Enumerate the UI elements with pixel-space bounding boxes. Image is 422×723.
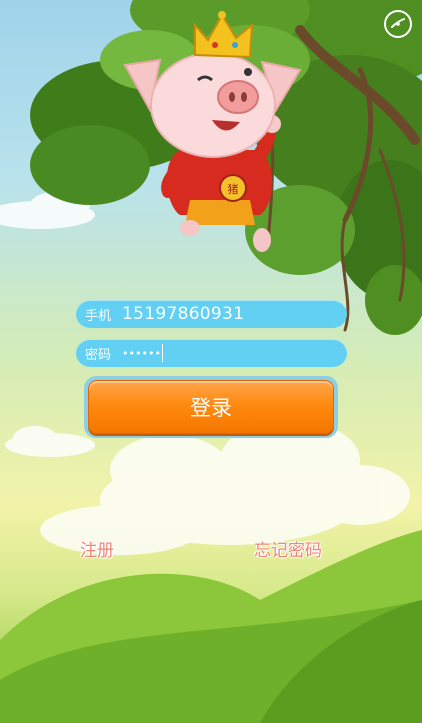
password-field[interactable]: 密码 •••••• [76, 339, 347, 367]
register-link[interactable]: 注册 [80, 536, 114, 561]
login-button-frame: 登录 [84, 376, 338, 438]
login-button[interactable]: 登录 [88, 380, 334, 434]
phone-field[interactable]: 手机 15197860931 [76, 300, 347, 328]
grass-hill [0, 530, 422, 723]
text-caret [161, 344, 163, 362]
sound-toggle-icon [391, 18, 405, 28]
password-input[interactable]: •••••• [122, 347, 161, 360]
pig-chest-badge: 猪 [228, 183, 239, 196]
forgot-password-link[interactable]: 忘记密码 [254, 536, 322, 561]
login-screen: 猪 手机 15197860931 密码 •••••• 登录 注册 忘记密码 [0, 0, 422, 723]
password-label: 密码 [85, 347, 112, 363]
sound-toggle-button[interactable] [384, 10, 412, 38]
cloud-center [40, 420, 410, 555]
phone-input[interactable]: 15197860931 [122, 304, 244, 324]
phone-label: 手机 [85, 308, 112, 324]
